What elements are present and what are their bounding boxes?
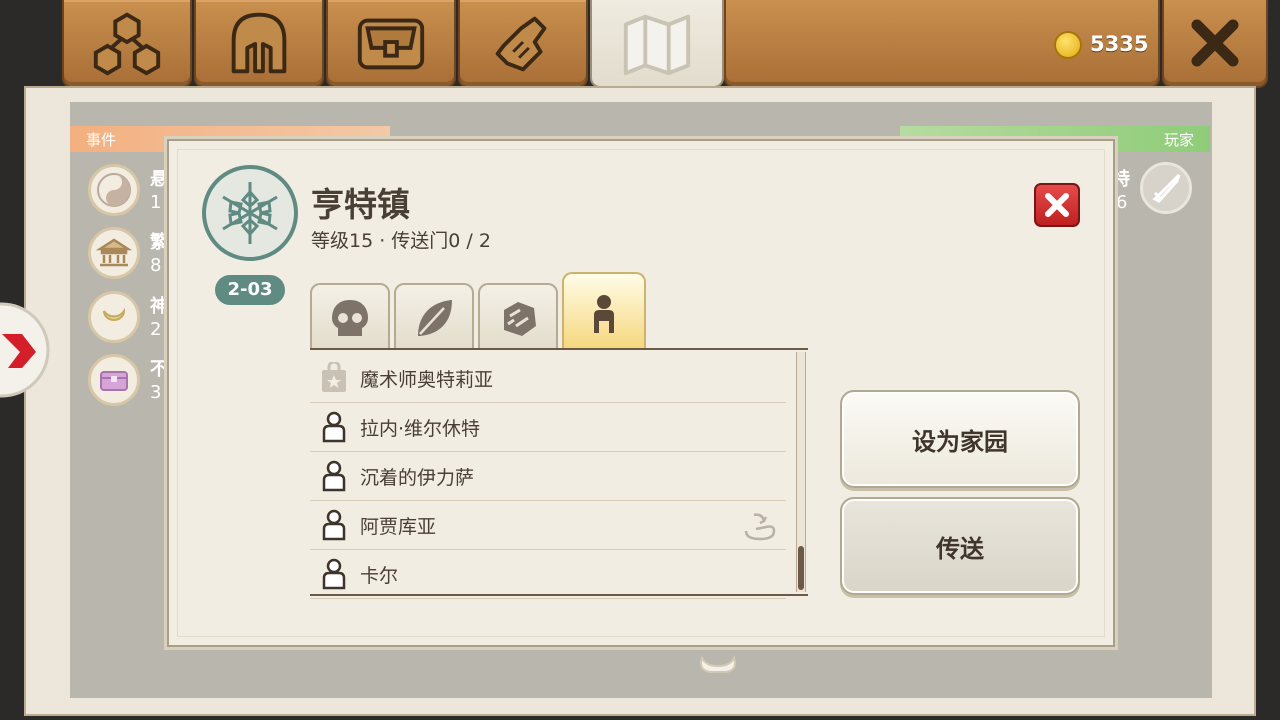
town-code-badge: 2-03	[215, 275, 285, 305]
list-item[interactable]: 沉着的伊力萨	[310, 452, 786, 501]
hierarchy-icon	[93, 12, 161, 76]
hand-receive-icon[interactable]	[742, 511, 778, 541]
tab-herbs[interactable]	[394, 283, 474, 351]
npc-list: 魔术师奥特莉亚 拉内·维尔休特 沉着的伊力萨 阿贾库亚 卡尔	[310, 348, 808, 599]
snowflake-emblem-icon	[202, 165, 298, 261]
town-level-portal: 等级15 · 传送门0 / 2	[311, 230, 491, 252]
tab-npcs[interactable]	[562, 272, 646, 351]
event-value: 3	[150, 382, 162, 403]
fist-tab[interactable]	[458, 0, 588, 88]
side-logo-icon	[0, 302, 50, 398]
map-icon	[623, 14, 691, 76]
treasure-chest-icon[interactable]	[88, 354, 140, 406]
top-tab-bar: 5335	[0, 0, 1280, 92]
sword-icon[interactable]	[1140, 162, 1192, 214]
chest-icon	[357, 18, 425, 70]
gold-amount: 5335	[1090, 32, 1149, 56]
list-item[interactable]: 卡尔	[310, 550, 786, 599]
chest-tab[interactable]	[326, 0, 456, 88]
horned-helmet-icon	[700, 655, 736, 673]
person-icon	[594, 294, 614, 333]
helmet-tab[interactable]	[194, 0, 324, 88]
tab-monsters[interactable]	[310, 283, 390, 351]
dialog-close-button[interactable]	[1034, 183, 1080, 227]
map-tab[interactable]	[590, 0, 724, 88]
npc-name: 沉着的伊力萨	[360, 466, 475, 489]
town-name: 亨特镇	[311, 185, 410, 224]
event-value: 2	[150, 319, 162, 340]
list-scrollbar-thumb[interactable]	[798, 546, 804, 590]
leaf-icon	[418, 300, 452, 336]
event-value: 1	[150, 192, 162, 213]
npc-name: 拉内·维尔休特	[360, 417, 481, 440]
close-window-button[interactable]	[1162, 0, 1268, 88]
close-icon	[1045, 193, 1069, 217]
skull-icon	[332, 300, 368, 336]
person-outline-icon	[312, 456, 356, 496]
list-item[interactable]: 阿贾库亚	[310, 501, 786, 550]
list-item[interactable]: 魔术师奥特莉亚	[310, 354, 786, 403]
npc-name: 卡尔	[360, 564, 399, 587]
hierarchy-tab[interactable]	[62, 0, 192, 88]
ore-icon	[504, 302, 536, 336]
npc-name: 阿贾库亚	[360, 515, 437, 538]
person-outline-icon	[312, 407, 356, 447]
fist-icon	[495, 16, 547, 72]
temple-icon[interactable]	[88, 227, 140, 279]
yin-yang-icon[interactable]	[88, 164, 140, 216]
moon-icon[interactable]	[88, 291, 140, 343]
npc-name: 魔术师奥特莉亚	[360, 368, 494, 391]
event-value: 8	[150, 255, 162, 276]
gold-coin-icon	[1054, 31, 1082, 59]
close-icon	[1191, 19, 1239, 67]
set-home-button[interactable]: 设为家园	[840, 390, 1080, 488]
tab-ores[interactable]	[478, 283, 558, 351]
person-outline-icon	[312, 554, 356, 594]
person-outline-icon	[312, 505, 356, 545]
teleport-button[interactable]: 传送	[840, 497, 1080, 595]
helmet-icon	[231, 12, 287, 74]
list-item[interactable]: 拉内·维尔休特	[310, 403, 786, 452]
shop-bag-icon	[312, 358, 356, 398]
